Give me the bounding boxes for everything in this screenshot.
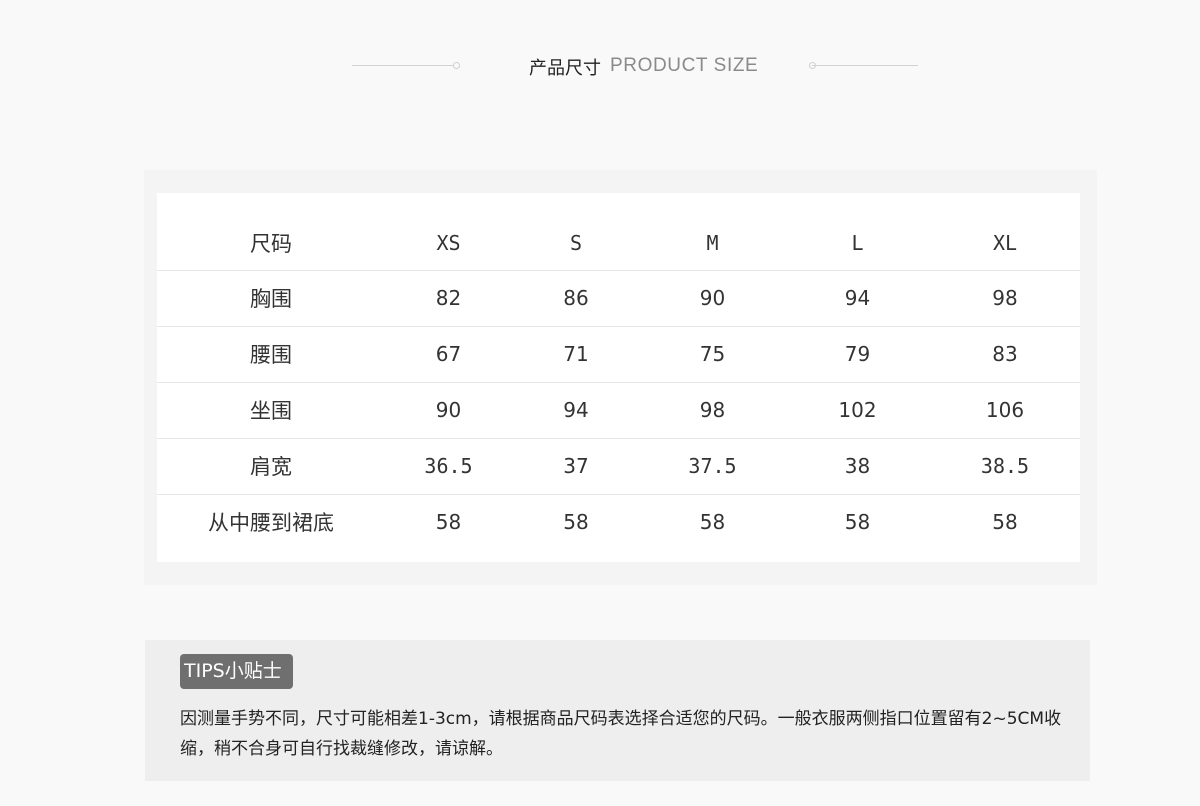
table-cell: 58 (640, 493, 785, 550)
table-cell: 37 (512, 437, 640, 494)
table-cell: 36.5 (385, 437, 512, 494)
table-cell: 94 (512, 381, 640, 438)
table-cell: 38.5 (930, 437, 1080, 494)
table-header-row: 尺码 XS S M L XL (157, 216, 1080, 270)
header-label-cell: 尺码 (250, 231, 292, 256)
tips-badge: TIPS小贴士 (180, 654, 293, 689)
table-cell: 58 (385, 493, 512, 550)
table-cell: 102 (785, 381, 930, 438)
table-row: 坐围 90 94 98 102 106 (157, 381, 1080, 438)
section-header: 产品尺寸 PRODUCT SIZE (0, 48, 1200, 84)
table-row: 胸围 82 86 90 94 98 (157, 269, 1080, 326)
table-cell: 90 (385, 381, 512, 438)
row-label: 从中腰到裙底 (157, 493, 385, 550)
table-row: 腰围 67 71 75 79 83 (157, 325, 1080, 382)
table-cell: 82 (385, 269, 512, 326)
divider-right (812, 65, 918, 66)
table-cell: 71 (512, 325, 640, 382)
table-cell: 38 (785, 437, 930, 494)
section-subtitle: PRODUCT SIZE (610, 55, 759, 76)
table-row: 从中腰到裙底 58 58 58 58 58 (157, 493, 1080, 550)
table-cell: 58 (785, 493, 930, 550)
table-cell: 94 (785, 269, 930, 326)
size-header-xs: XS (436, 230, 461, 255)
section-title: 产品尺寸 (529, 58, 601, 79)
size-header-m: M (706, 230, 719, 255)
table-cell: 75 (640, 325, 785, 382)
row-label: 腰围 (157, 325, 385, 382)
size-header-s: S (569, 230, 583, 255)
table-cell: 106 (930, 381, 1080, 438)
table-cell: 58 (930, 493, 1080, 550)
table-cell: 79 (785, 325, 930, 382)
table-row: 肩宽 36.5 37 37.5 38 38.5 (157, 437, 1080, 494)
table-cell: 90 (640, 269, 785, 326)
row-label: 胸围 (157, 269, 385, 326)
table-cell: 83 (930, 325, 1080, 382)
size-header-l: L (851, 230, 864, 255)
table-cell: 98 (930, 269, 1080, 326)
tips-text: 因测量手势不同，尺寸可能相差1-3cm，请根据商品尺码表选择合适您的尺码。一般衣… (180, 709, 1062, 759)
row-label: 肩宽 (157, 437, 385, 494)
table-cell: 86 (512, 269, 640, 326)
size-header-xl: XL (992, 230, 1018, 255)
divider-left (352, 65, 456, 66)
size-table: 尺码 XS S M L XL 胸围 82 86 90 94 98 腰围 67 7… (157, 216, 1080, 550)
divider-dot-left (453, 62, 460, 69)
row-label: 坐围 (157, 381, 385, 438)
table-cell: 37.5 (640, 437, 785, 494)
table-cell: 58 (512, 493, 640, 550)
table-cell: 67 (385, 325, 512, 382)
table-cell: 98 (640, 381, 785, 438)
